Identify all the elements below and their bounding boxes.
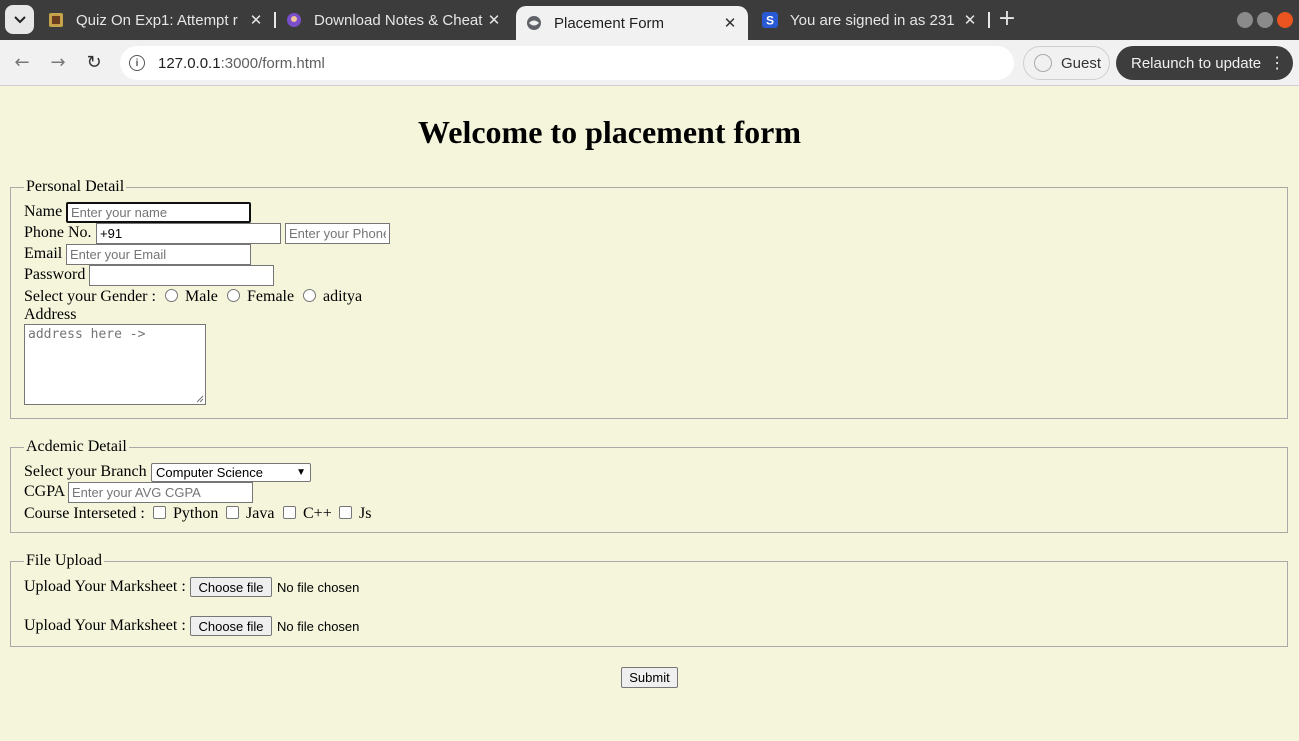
close-window-icon[interactable] (1277, 12, 1293, 28)
submit-button[interactable]: Submit (621, 667, 678, 688)
tab-strip: Quiz On Exp1: Attempt r ✕ Download Notes… (0, 0, 1299, 40)
maximize-window-icon[interactable] (1257, 12, 1273, 28)
profile-label: Guest (1061, 54, 1102, 72)
branch-select[interactable]: Computer Science ▼ (151, 463, 311, 482)
name-label: Name (24, 203, 63, 220)
menu-kebab-icon[interactable]: ⋮ (1269, 53, 1285, 73)
cgpa-label: CGPA (24, 483, 66, 500)
page-title: Welcome to placement form (418, 114, 801, 150)
notes-site-icon (286, 12, 302, 28)
branch-label: Select your Branch (24, 463, 147, 480)
close-tab-icon[interactable]: ✕ (720, 14, 740, 32)
address-label: Address (24, 306, 77, 323)
gender-option-label: Male (185, 288, 218, 305)
close-tab-icon[interactable]: ✕ (960, 11, 980, 29)
minimize-window-icon[interactable] (1237, 12, 1253, 28)
phone-number-input[interactable] (285, 223, 390, 244)
globe-icon (526, 15, 542, 31)
new-tab-button[interactable]: + (996, 8, 1018, 32)
address-bar[interactable]: i 127.0.0.1:3000/form.html (120, 46, 1014, 80)
phone-label: Phone No. (24, 224, 92, 241)
choose-file-button[interactable]: Choose file (190, 577, 272, 597)
choose-file-button[interactable]: Choose file (190, 616, 272, 636)
resize-handle-icon[interactable] (196, 395, 204, 403)
course-checkbox-cpp[interactable] (283, 506, 296, 519)
tab-quiz[interactable]: Quiz On Exp1: Attempt r ✕ (38, 0, 274, 40)
course-option-label: C++ (303, 505, 332, 522)
course-label: Course Interseted : (24, 505, 145, 522)
tab-separator (988, 12, 990, 28)
file-upload-legend: File Upload (24, 552, 104, 570)
chevron-down-icon: ▼ (296, 467, 306, 478)
gender-label: Select your Gender : (24, 288, 156, 305)
tab-title: Placement Form (554, 14, 665, 32)
reload-icon[interactable]: ↻ (83, 52, 105, 74)
relaunch-label: Relaunch to update (1131, 54, 1262, 72)
name-input[interactable] (66, 202, 251, 223)
url-text: 127.0.0.1:3000/form.html (158, 55, 325, 72)
tab-title: You are signed in as 231 (790, 11, 955, 29)
profile-button[interactable]: Guest (1023, 46, 1110, 80)
site-info-icon[interactable]: i (129, 55, 145, 71)
course-option-label: Js (359, 505, 372, 522)
back-arrow-icon[interactable]: ← (11, 52, 33, 74)
tab-notes[interactable]: Download Notes & Cheat ✕ (276, 0, 512, 40)
url-host: 127.0.0.1 (158, 54, 221, 72)
course-checkbox-python[interactable] (153, 506, 166, 519)
forward-arrow-icon[interactable]: → (47, 52, 69, 74)
phone-code-input[interactable] (96, 223, 281, 244)
gender-radio-aditya[interactable] (303, 289, 316, 302)
course-checkbox-js[interactable] (339, 506, 352, 519)
tab-search-button[interactable] (5, 5, 34, 34)
personal-detail-legend: Personal Detail (24, 178, 127, 196)
tab-title: Quiz On Exp1: Attempt r (76, 11, 238, 29)
address-textarea[interactable] (24, 324, 206, 405)
email-label: Email (24, 245, 63, 262)
tab-placement-form[interactable]: Placement Form ✕ (516, 6, 748, 40)
academic-detail-legend: Acdemic Detail (24, 438, 129, 456)
url-path: :3000/form.html (220, 54, 325, 72)
close-tab-icon[interactable]: ✕ (246, 11, 266, 29)
s-site-icon: S (762, 12, 778, 28)
page-content: Welcome to placement form Personal Detai… (0, 87, 1299, 741)
password-label: Password (24, 266, 86, 283)
chevron-down-icon (13, 15, 26, 23)
cgpa-input[interactable] (68, 482, 253, 503)
close-tab-icon[interactable]: ✕ (484, 11, 504, 29)
email-input[interactable] (66, 244, 251, 265)
gender-radio-female[interactable] (227, 289, 240, 302)
file-status-text: No file chosen (277, 619, 360, 634)
course-option-label: Java (246, 505, 275, 522)
gender-option-label: Female (247, 288, 295, 305)
tab-signed-in[interactable]: S You are signed in as 231 ✕ (752, 0, 988, 40)
gender-radio-male[interactable] (165, 289, 178, 302)
course-checkbox-java[interactable] (226, 506, 239, 519)
quiz-site-icon (48, 12, 64, 28)
password-input[interactable] (89, 265, 274, 286)
tab-title: Download Notes & Cheat (314, 11, 483, 29)
upload-label: Upload Your Marksheet : (24, 578, 186, 595)
branch-selected-value: Computer Science (156, 465, 263, 480)
profile-avatar-icon (1034, 54, 1052, 72)
svg-text:S: S (766, 14, 774, 28)
browser-toolbar: ← → ↻ i 127.0.0.1:3000/form.html Guest R… (0, 40, 1299, 86)
course-option-label: Python (173, 505, 219, 522)
gender-option-label: aditya (323, 288, 363, 305)
relaunch-button[interactable]: Relaunch to update ⋮ (1116, 46, 1293, 80)
upload-label: Upload Your Marksheet : (24, 617, 186, 634)
file-status-text: No file chosen (277, 580, 360, 595)
